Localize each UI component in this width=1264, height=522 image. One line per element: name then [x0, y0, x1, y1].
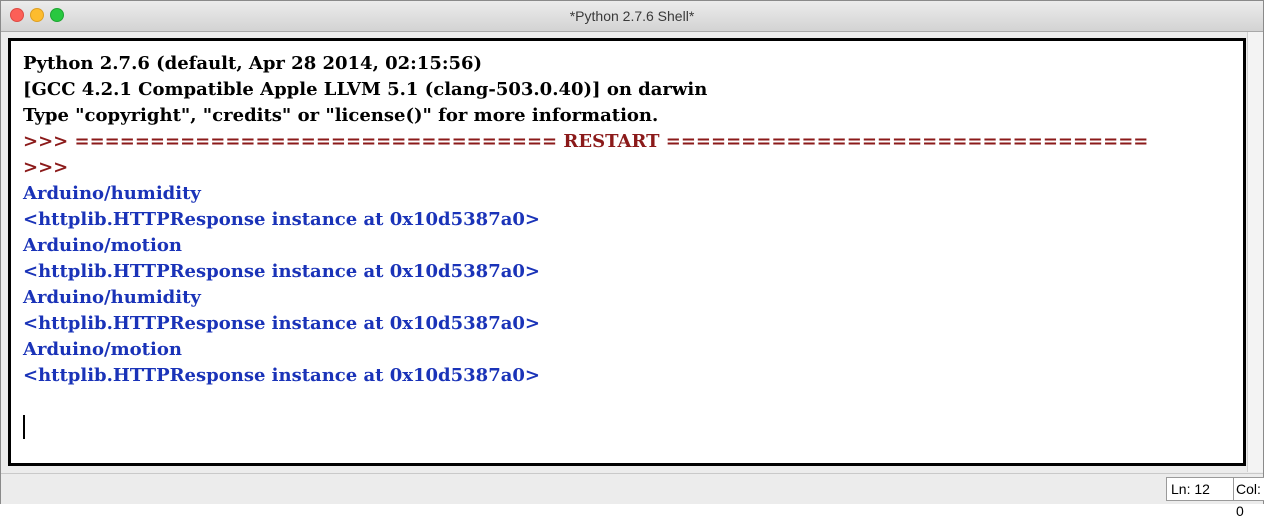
column-number-indicator: Col: 0 — [1233, 477, 1264, 519]
line-number-indicator: Ln: 12 — [1166, 477, 1234, 501]
shell-line: [GCC 4.2.1 Compatible Apple LLVM 5.1 (cl… — [23, 79, 708, 100]
shell-line: >>> ================================ RES… — [23, 131, 1149, 152]
shell-line: <httplib.HTTPResponse instance at 0x10d5… — [23, 209, 540, 230]
shell-line: Arduino/motion — [23, 235, 182, 256]
shell-line: Arduino/motion — [23, 339, 182, 360]
vertical-scrollbar[interactable] — [1247, 32, 1263, 472]
title-bar[interactable]: *Python 2.7.6 Shell* — [1, 1, 1263, 32]
shell-line: >>> — [23, 157, 69, 178]
shell-line: Type "copyright", "credits" or "license(… — [23, 105, 659, 126]
shell-line: <httplib.HTTPResponse instance at 0x10d5… — [23, 261, 540, 282]
text-cursor — [23, 415, 25, 439]
shell-line: Arduino/humidity — [23, 183, 201, 204]
shell-output: Python 2.7.6 (default, Apr 28 2014, 02:1… — [23, 51, 1148, 389]
status-bar: Ln: 12 Col: 0 — [1, 473, 1264, 519]
window-title: *Python 2.7.6 Shell* — [569, 8, 695, 24]
idle-shell-window: *Python 2.7.6 Shell* Python 2.7.6 (defau… — [0, 0, 1264, 519]
shell-line: <httplib.HTTPResponse instance at 0x10d5… — [23, 365, 540, 386]
shell-text-area[interactable]: Python 2.7.6 (default, Apr 28 2014, 02:1… — [8, 38, 1246, 466]
shell-line: Python 2.7.6 (default, Apr 28 2014, 02:1… — [23, 53, 483, 74]
shell-line: Arduino/humidity — [23, 287, 201, 308]
shell-line: <httplib.HTTPResponse instance at 0x10d5… — [23, 313, 540, 334]
